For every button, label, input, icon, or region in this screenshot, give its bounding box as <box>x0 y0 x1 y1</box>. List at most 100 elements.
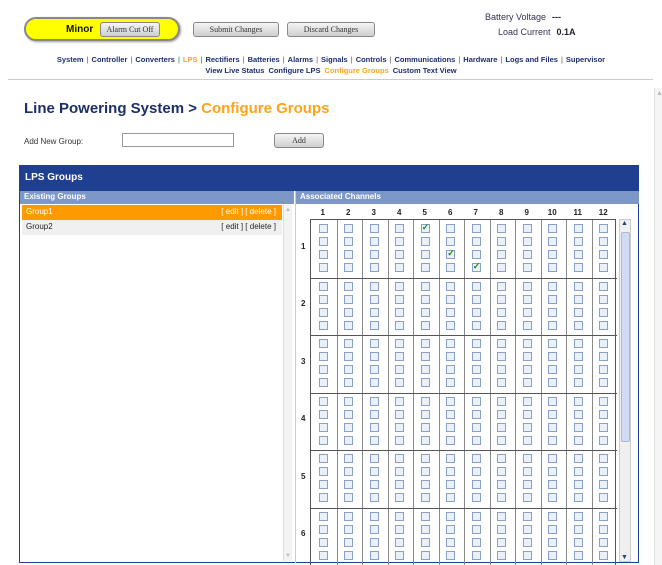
nav-item-hardware[interactable]: Hardware <box>463 55 497 64</box>
channel-checkbox[interactable] <box>369 352 379 361</box>
channel-checkbox[interactable] <box>446 511 456 521</box>
channel-checkbox[interactable] <box>497 396 507 406</box>
channel-checkbox[interactable] <box>522 550 532 560</box>
channel-checkbox[interactable] <box>369 454 379 463</box>
channel-checkbox[interactable] <box>573 237 583 246</box>
channel-checkbox[interactable] <box>446 409 456 419</box>
channel-checkbox[interactable] <box>344 365 354 374</box>
channel-checkbox[interactable] <box>446 281 456 291</box>
channel-checkbox[interactable] <box>599 224 609 233</box>
channel-checkbox[interactable] <box>446 320 456 330</box>
nav-item-controls[interactable]: Controls <box>356 55 387 64</box>
channel-checkbox[interactable] <box>548 320 558 330</box>
channel-checkbox[interactable] <box>471 524 481 534</box>
channel-checkbox[interactable] <box>548 250 558 259</box>
nav-item-rectifiers[interactable]: Rectifiers <box>205 55 239 64</box>
channel-checkbox[interactable] <box>548 550 558 560</box>
channel-checkbox[interactable] <box>446 435 456 445</box>
channel-checkbox[interactable] <box>522 493 532 502</box>
channel-checkbox[interactable] <box>573 224 583 233</box>
channel-checkbox[interactable] <box>369 550 379 560</box>
subnav-item-custom-text-view[interactable]: Custom Text View <box>393 66 457 75</box>
channel-checkbox[interactable] <box>548 307 558 317</box>
channel-checkbox[interactable] <box>548 263 558 272</box>
channel-checkbox[interactable] <box>318 281 328 291</box>
group-row[interactable]: Group1 [ edit ] [ delete ] <box>22 205 282 220</box>
group-actions[interactable]: [ edit ] [ delete ] <box>221 207 276 216</box>
channel-checkbox[interactable] <box>420 378 430 387</box>
channel-checkbox[interactable] <box>548 537 558 547</box>
channel-checkbox[interactable] <box>318 524 328 534</box>
channel-checkbox[interactable] <box>497 422 507 432</box>
channel-checkbox[interactable] <box>522 409 532 419</box>
channel-checkbox[interactable] <box>522 365 532 374</box>
channel-checkbox[interactable] <box>548 422 558 432</box>
channel-checkbox[interactable] <box>573 263 583 272</box>
add-group-button[interactable]: Add <box>274 133 324 148</box>
channel-checkbox[interactable] <box>395 237 405 246</box>
channel-checkbox[interactable] <box>573 378 583 387</box>
subnav-item-view-live-status[interactable]: View Live Status <box>205 66 264 75</box>
channel-checkbox[interactable] <box>344 281 354 291</box>
channel-checkbox[interactable] <box>318 467 328 476</box>
group-row[interactable]: Group2 [ edit ] [ delete ] <box>22 220 282 235</box>
channel-checkbox[interactable] <box>497 263 507 272</box>
channel-checkbox[interactable] <box>318 250 328 259</box>
channel-checkbox[interactable] <box>573 307 583 317</box>
nav-item-system[interactable]: System <box>57 55 84 64</box>
channel-checkbox[interactable] <box>599 294 609 304</box>
channel-checkbox[interactable] <box>344 224 354 233</box>
channel-checkbox[interactable] <box>573 537 583 547</box>
channel-checkbox[interactable] <box>395 493 405 502</box>
channel-checkbox[interactable] <box>446 454 456 463</box>
subnav-item-configure-lps[interactable]: Configure LPS <box>268 66 320 75</box>
channel-checkbox[interactable] <box>395 294 405 304</box>
channel-checkbox[interactable] <box>471 250 481 259</box>
channel-checkbox[interactable] <box>344 294 354 304</box>
channel-checkbox[interactable] <box>573 493 583 502</box>
channel-checkbox[interactable] <box>420 409 430 419</box>
channel-checkbox[interactable] <box>599 320 609 330</box>
channel-checkbox[interactable] <box>344 511 354 521</box>
channel-checkbox[interactable] <box>573 435 583 445</box>
channel-checkbox[interactable] <box>548 435 558 445</box>
channel-checkbox[interactable] <box>318 263 328 272</box>
channel-checkbox[interactable] <box>599 511 609 521</box>
channel-checkbox[interactable] <box>395 550 405 560</box>
channel-checkbox[interactable] <box>369 237 379 246</box>
channel-checkbox[interactable] <box>395 480 405 489</box>
channel-checkbox[interactable] <box>522 454 532 463</box>
channel-grid-scrollbar[interactable]: ▲ ▼ <box>619 219 631 562</box>
nav-item-controller[interactable]: Controller <box>92 55 128 64</box>
channel-checkbox[interactable] <box>369 422 379 432</box>
channel-checkbox[interactable] <box>573 352 583 361</box>
channel-checkbox[interactable] <box>420 422 430 432</box>
channel-checkbox[interactable] <box>395 435 405 445</box>
channel-checkbox[interactable] <box>471 550 481 560</box>
channel-checkbox[interactable] <box>344 550 354 560</box>
channel-checkbox[interactable] <box>471 435 481 445</box>
channel-checkbox[interactable] <box>420 396 430 406</box>
channel-checkbox[interactable] <box>446 524 456 534</box>
channel-checkbox[interactable] <box>573 524 583 534</box>
channel-checkbox[interactable] <box>318 378 328 387</box>
channel-checkbox[interactable] <box>344 378 354 387</box>
channel-checkbox[interactable] <box>318 493 328 502</box>
channel-checkbox[interactable] <box>548 378 558 387</box>
scroll-down-icon[interactable]: ▼ <box>621 554 628 561</box>
channel-checkbox[interactable] <box>344 396 354 406</box>
channel-checkbox[interactable] <box>548 396 558 406</box>
channel-checkbox[interactable] <box>548 467 558 476</box>
channel-checkbox[interactable] <box>318 294 328 304</box>
channel-checkbox[interactable] <box>446 352 456 361</box>
channel-checkbox[interactable] <box>420 339 430 348</box>
channel-checkbox[interactable] <box>369 378 379 387</box>
submit-changes-button[interactable]: Submit Changes <box>193 22 279 37</box>
channel-checkbox[interactable] <box>548 454 558 463</box>
channel-checkbox[interactable] <box>471 307 481 317</box>
channel-checkbox[interactable] <box>599 480 609 489</box>
channel-checkbox[interactable] <box>522 480 532 489</box>
channel-checkbox[interactable] <box>522 352 532 361</box>
channel-checkbox[interactable] <box>369 511 379 521</box>
channel-checkbox[interactable] <box>599 409 609 419</box>
